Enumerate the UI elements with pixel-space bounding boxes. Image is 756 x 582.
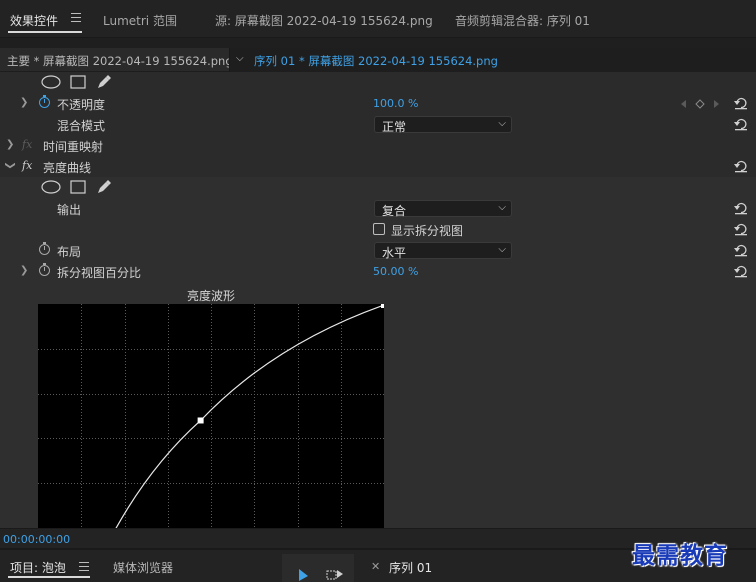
- selection-tool-icon[interactable]: [296, 568, 310, 582]
- active-tab-indicator: [8, 576, 90, 578]
- master-clip-label[interactable]: 主要 * 屏幕截图 2022-04-19 155624.png: [0, 48, 233, 72]
- chevron-down-icon: ⌵: [236, 53, 244, 64]
- split-percent-label: 拆分视图百分比: [57, 266, 142, 280]
- output-value: 复合: [382, 204, 407, 218]
- property-row-split-view: 显示拆分视图: [0, 219, 756, 240]
- reset-icon[interactable]: [734, 117, 748, 131]
- reset-icon[interactable]: [734, 96, 748, 110]
- luma-curve-graph[interactable]: [38, 304, 384, 528]
- tab-audio-clip-mixer[interactable]: 音频剪辑混合器: 序列 01: [455, 12, 590, 29]
- keyframe-navigator[interactable]: [680, 99, 722, 109]
- active-tab-indicator: [8, 31, 82, 33]
- reset-icon[interactable]: [734, 222, 748, 236]
- fx-badge-icon[interactable]: fx: [22, 138, 32, 151]
- layout-value: 水平: [382, 246, 407, 260]
- ellipse-mask-icon[interactable]: [41, 75, 61, 89]
- tab-sequence[interactable]: 序列 01: [389, 559, 432, 576]
- rectangle-mask-icon[interactable]: [70, 180, 86, 194]
- sequence-clip-selector[interactable]: ⌵ 序列 01 * 屏幕截图 2022-04-19 155624.png: [229, 48, 756, 72]
- ellipse-mask-icon[interactable]: [41, 180, 61, 194]
- tab-lumetri-scopes[interactable]: Lumetri 范围: [103, 12, 177, 29]
- luma-waveform-title: 亮度波形: [186, 289, 235, 303]
- output-dropdown[interactable]: 复合 ⌵: [374, 200, 512, 218]
- opacity-mask-tools: [0, 72, 756, 93]
- chevron-down-icon: ⌵: [498, 202, 506, 213]
- reset-icon[interactable]: [734, 159, 748, 173]
- opacity-value[interactable]: 100.0 %: [373, 97, 418, 110]
- tab-project[interactable]: 项目: 泡泡: [10, 559, 66, 576]
- expand-triangle-icon[interactable]: ❯: [6, 139, 14, 150]
- luma-curve-canvas[interactable]: [38, 304, 384, 528]
- panel-gap: [0, 38, 756, 48]
- fx-badge-icon[interactable]: fx: [22, 159, 32, 172]
- tab-media-browser[interactable]: 媒体浏览器: [113, 559, 173, 576]
- expand-triangle-icon[interactable]: ❯: [20, 265, 28, 276]
- blend-mode-dropdown[interactable]: 正常 ⌵: [374, 116, 512, 134]
- pen-mask-icon[interactable]: [96, 74, 112, 90]
- curve-mask-tools: [0, 177, 756, 198]
- stopwatch-icon[interactable]: [39, 242, 50, 255]
- panel-menu-icon[interactable]: [71, 13, 81, 22]
- collapse-triangle-icon[interactable]: ❯: [5, 161, 16, 169]
- chevron-down-icon: ⌵: [498, 118, 506, 129]
- layout-dropdown[interactable]: 水平 ⌵: [374, 242, 512, 260]
- sequence-clip-label: 序列 01 * 屏幕截图 2022-04-19 155624.png: [254, 54, 498, 68]
- close-icon[interactable]: ✕: [371, 560, 380, 573]
- timecode-display[interactable]: 00:00:00:00: [3, 533, 70, 546]
- tool-panel: [282, 554, 354, 582]
- curve-control-point[interactable]: [197, 417, 204, 424]
- stopwatch-icon[interactable]: [39, 263, 50, 276]
- effect-row-luma-curve: ❯ fx 亮度曲线: [0, 156, 756, 177]
- panel-tab-bar: 效果控件 Lumetri 范围 源: 屏幕截图 2022-04-19 15562…: [0, 0, 756, 38]
- effect-controls-panel: ❯ 不透明度 100.0 % 混合模式 正常 ⌵ ❯ fx 时间重映射 ❯ fx…: [0, 72, 756, 528]
- stopwatch-icon[interactable]: [39, 95, 50, 108]
- split-view-label: 显示拆分视图: [391, 224, 464, 238]
- reset-icon[interactable]: [734, 264, 748, 278]
- luma-curve-label: 亮度曲线: [43, 161, 92, 175]
- blend-mode-value: 正常: [382, 120, 407, 134]
- expand-triangle-icon[interactable]: ❯: [20, 97, 28, 108]
- reset-icon[interactable]: [734, 201, 748, 215]
- property-row-opacity: ❯ 不透明度 100.0 %: [0, 93, 756, 114]
- output-label: 输出: [57, 203, 82, 217]
- split-percent-value[interactable]: 50.00 %: [373, 265, 418, 278]
- panel-menu-icon[interactable]: [79, 562, 89, 571]
- clip-breadcrumb: 主要 * 屏幕截图 2022-04-19 155624.png ⌵ 序列 01 …: [0, 48, 756, 72]
- watermark-logo: 最需教育: [632, 543, 728, 569]
- property-row-output: 输出 复合 ⌵: [0, 198, 756, 219]
- chevron-down-icon: ⌵: [498, 244, 506, 255]
- blend-mode-label: 混合模式: [57, 119, 106, 133]
- property-row-blend-mode: 混合模式 正常 ⌵: [0, 114, 756, 135]
- curve-control-point[interactable]: [381, 304, 384, 308]
- effect-row-time-remap: ❯ fx 时间重映射: [0, 135, 756, 156]
- tab-source-monitor[interactable]: 源: 屏幕截图 2022-04-19 155624.png: [215, 12, 433, 29]
- time-remap-label: 时间重映射: [43, 140, 104, 154]
- luma-curve-line[interactable]: [110, 304, 384, 528]
- reset-icon[interactable]: [734, 243, 748, 257]
- split-view-checkbox[interactable]: [373, 223, 385, 235]
- rectangle-mask-icon[interactable]: [70, 75, 86, 89]
- tab-effect-controls[interactable]: 效果控件: [10, 12, 58, 29]
- property-row-split-percent: ❯ 拆分视图百分比 50.00 %: [0, 261, 756, 282]
- layout-label: 布局: [57, 245, 82, 259]
- track-select-tool-icon[interactable]: [326, 568, 344, 580]
- pen-mask-icon[interactable]: [96, 179, 112, 195]
- opacity-label: 不透明度: [57, 98, 106, 112]
- property-row-layout: 布局 水平 ⌵: [0, 240, 756, 261]
